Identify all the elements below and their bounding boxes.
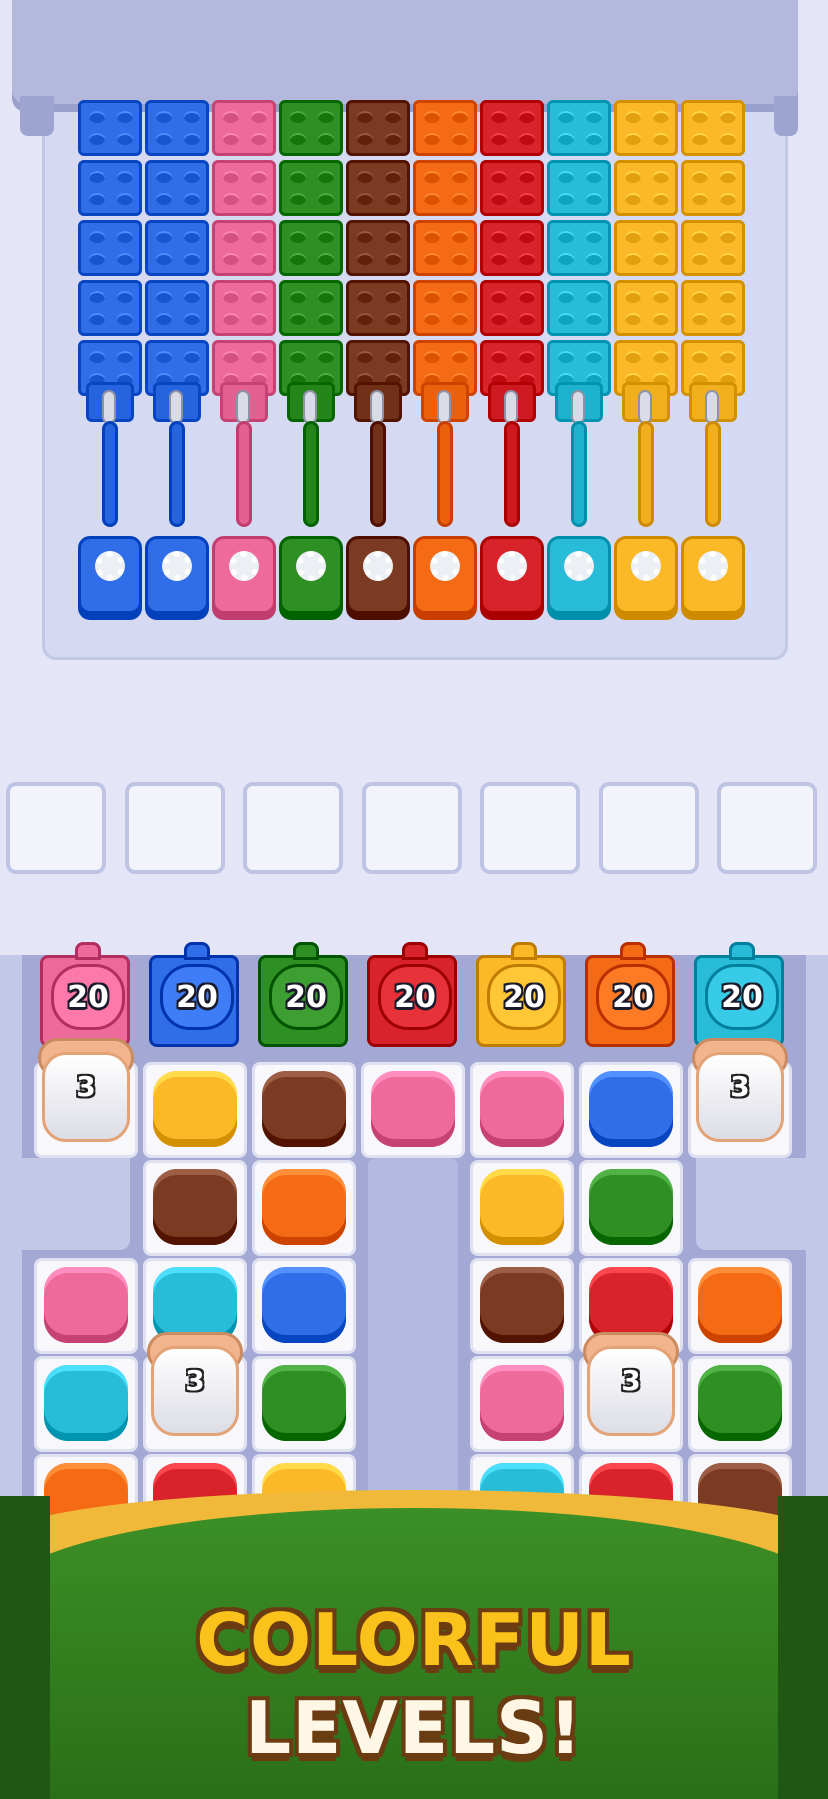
board-cell [470, 1356, 574, 1452]
banner-title-line1: COLORFUL [196, 1598, 632, 1682]
board-cell [688, 1356, 792, 1452]
block-orange[interactable] [262, 1169, 346, 1245]
board-cell [252, 1356, 356, 1452]
banner-title-line2: LEVELS! [245, 1686, 583, 1770]
mystery-box[interactable]: 3 [36, 1038, 136, 1148]
block-cyan[interactable] [44, 1365, 128, 1441]
board-cell [361, 1062, 465, 1158]
mystery-box[interactable]: 3 [145, 1332, 245, 1442]
block-pink[interactable] [480, 1365, 564, 1441]
mystery-box[interactable]: 3 [690, 1038, 790, 1148]
block-blue[interactable] [589, 1071, 673, 1147]
board-cell [252, 1160, 356, 1256]
board-cell [579, 1062, 683, 1158]
board-cell [470, 1258, 574, 1354]
board-cell [252, 1062, 356, 1158]
mystery-box-count: 3 [730, 1070, 750, 1103]
board-cell [470, 1160, 574, 1256]
block-brown[interactable] [480, 1267, 564, 1343]
board-cell [143, 1160, 247, 1256]
mystery-box-count: 3 [185, 1364, 205, 1397]
board-cell [143, 1062, 247, 1158]
board-cell [470, 1062, 574, 1158]
block-brown[interactable] [262, 1071, 346, 1147]
board-cell [34, 1356, 138, 1452]
block-orange[interactable] [698, 1267, 782, 1343]
mystery-box[interactable]: 3 [581, 1332, 681, 1442]
block-green[interactable] [262, 1365, 346, 1441]
mystery-box-count: 3 [76, 1070, 96, 1103]
game-screen: 20 20 20 20 20 20 20 3333 COLORFUL LEVELS! [0, 0, 828, 1799]
block-pink[interactable] [44, 1267, 128, 1343]
mystery-box-count: 3 [621, 1364, 641, 1397]
block-green[interactable] [589, 1169, 673, 1245]
board-cell [34, 1258, 138, 1354]
block-yellow[interactable] [153, 1071, 237, 1147]
block-pink[interactable] [480, 1071, 564, 1147]
block-yellow[interactable] [480, 1169, 564, 1245]
block-pink[interactable] [371, 1071, 455, 1147]
block-brown[interactable] [153, 1169, 237, 1245]
board-cell [688, 1258, 792, 1354]
block-green[interactable] [698, 1365, 782, 1441]
board-cell [252, 1258, 356, 1354]
board-cell [579, 1160, 683, 1256]
block-blue[interactable] [262, 1267, 346, 1343]
